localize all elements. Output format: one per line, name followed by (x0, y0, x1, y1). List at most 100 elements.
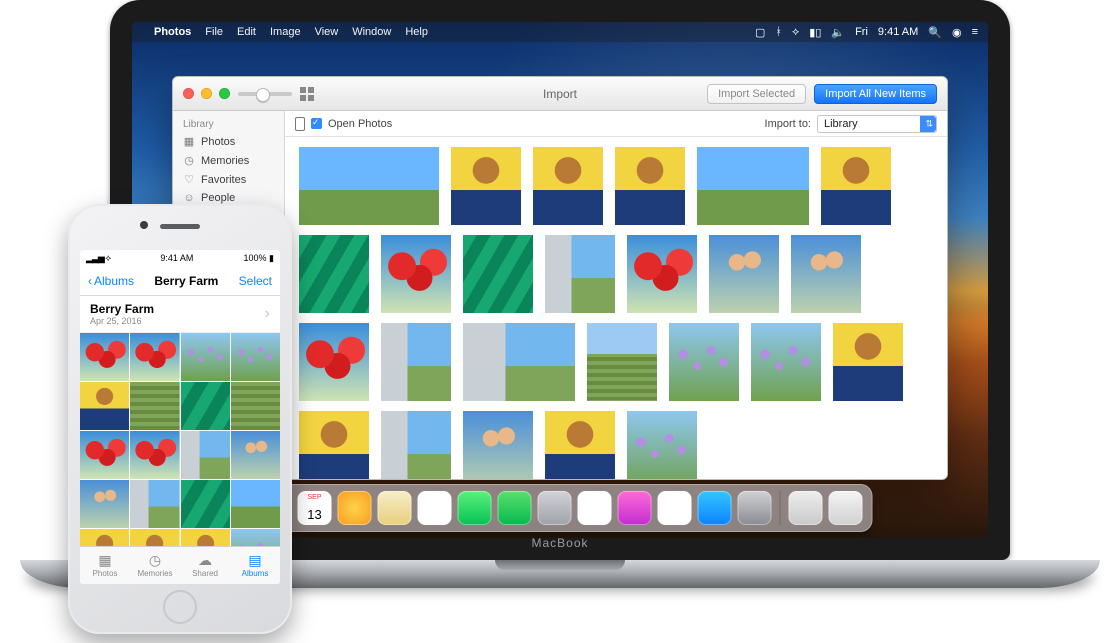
photo-thumbnail[interactable] (231, 480, 280, 528)
thumbnail[interactable] (533, 147, 603, 225)
bluetooth-icon[interactable]: ᚼ (775, 26, 782, 38)
siri-icon[interactable]: ◉ (952, 26, 962, 39)
fullscreen-button[interactable] (219, 88, 230, 99)
ios-photo-grid[interactable] (80, 333, 280, 546)
photo-thumbnail[interactable] (130, 480, 179, 528)
dock-downloads[interactable] (789, 491, 823, 525)
thumbnail[interactable] (669, 323, 739, 401)
thumbnail[interactable] (615, 147, 685, 225)
dock-notes[interactable] (418, 491, 452, 525)
photo-thumbnail[interactable] (231, 333, 280, 381)
photo-thumbnail[interactable] (80, 382, 129, 430)
thumbnail[interactable] (821, 147, 891, 225)
menubar-item-edit[interactable]: Edit (237, 26, 256, 38)
thumbnail[interactable] (381, 323, 451, 401)
dock-messages[interactable] (458, 491, 492, 525)
window-titlebar[interactable]: Import Import Selected Import All New It… (173, 77, 947, 111)
select-button[interactable]: Select (239, 274, 272, 288)
photo-thumbnail[interactable] (181, 480, 230, 528)
thumbnail[interactable] (299, 323, 369, 401)
dock-settings[interactable] (738, 491, 772, 525)
tab-albums[interactable]: ▤Albums (230, 547, 280, 584)
home-button[interactable] (163, 590, 197, 624)
dock-facetime[interactable] (498, 491, 532, 525)
photo-thumbnail[interactable] (80, 431, 129, 479)
notification-center-icon[interactable]: ≡ (972, 26, 978, 38)
back-button[interactable]: ‹ Albums (88, 274, 134, 288)
thumbnail[interactable] (709, 235, 779, 313)
minimize-button[interactable] (201, 88, 212, 99)
photo-thumbnail[interactable] (80, 480, 129, 528)
thumbnail[interactable] (587, 323, 657, 401)
thumbnail[interactable] (627, 235, 697, 313)
thumbnail[interactable] (381, 235, 451, 313)
menubar-time[interactable]: 9:41 AM (878, 26, 918, 38)
import-selected-button[interactable]: Import Selected (707, 84, 806, 104)
tab-memories[interactable]: ◷Memories (130, 547, 180, 584)
thumbnail-size-slider[interactable] (238, 92, 292, 96)
photo-thumbnail[interactable] (80, 333, 129, 381)
airplay-icon[interactable]: ▢ (755, 26, 765, 39)
open-photos-checkbox[interactable] (311, 118, 322, 129)
thumbnail[interactable] (463, 411, 533, 479)
photo-thumbnail[interactable] (130, 529, 179, 546)
menubar-day[interactable]: Fri (855, 26, 868, 38)
menubar-item-window[interactable]: Window (352, 26, 391, 38)
device-icon[interactable] (295, 117, 305, 131)
photo-thumbnail[interactable] (80, 529, 129, 546)
sidebar-item-favorites[interactable]: ♡Favorites (173, 170, 284, 189)
photo-thumbnail[interactable] (231, 382, 280, 430)
dock-ibooks[interactable] (658, 491, 692, 525)
close-button[interactable] (183, 88, 194, 99)
tab-shared[interactable]: ☁Shared (180, 547, 230, 584)
photo-thumbnail[interactable] (130, 333, 179, 381)
thumbnail[interactable] (451, 147, 521, 225)
thumbnail[interactable] (791, 235, 861, 313)
thumbnail[interactable] (697, 147, 809, 225)
sidebar-item-memories[interactable]: ◷Memories (173, 151, 284, 170)
thumbnail[interactable] (299, 147, 439, 225)
menubar-item-help[interactable]: Help (405, 26, 428, 38)
dock-calendar[interactable]: SEP13 (298, 491, 332, 525)
tab-photos[interactable]: ▦Photos (80, 547, 130, 584)
battery-icon[interactable]: ▮▯ (809, 26, 821, 39)
album-header[interactable]: Berry Farm Apr 25, 2016 › (80, 296, 280, 333)
menubar-item-view[interactable]: View (315, 26, 339, 38)
dock-maps[interactable] (378, 491, 412, 525)
thumbnail[interactable] (627, 411, 697, 479)
menubar-app-name[interactable]: Photos (154, 26, 191, 38)
grid-view-icon[interactable] (300, 87, 314, 101)
thumbnail[interactable] (463, 235, 533, 313)
dock-pages[interactable] (578, 491, 612, 525)
dock-trash[interactable] (829, 491, 863, 525)
wifi-icon[interactable]: ⟡ (792, 26, 799, 39)
sidebar-item-photos[interactable]: ▦Photos (173, 132, 284, 151)
thumbnail[interactable] (545, 235, 615, 313)
spotlight-icon[interactable]: 🔍 (928, 26, 942, 39)
photo-thumbnail[interactable] (181, 431, 230, 479)
import-thumbnail-area[interactable] (285, 137, 947, 479)
photo-thumbnail[interactable] (181, 382, 230, 430)
thumbnail[interactable] (463, 323, 575, 401)
import-to-select[interactable]: Library ⇅ (817, 115, 937, 133)
thumbnail[interactable] (381, 411, 451, 479)
menubar-item-image[interactable]: Image (270, 26, 301, 38)
photo-thumbnail[interactable] (181, 529, 230, 546)
photo-thumbnail[interactable] (130, 431, 179, 479)
dock-photos[interactable] (338, 491, 372, 525)
thumbnail[interactable] (751, 323, 821, 401)
thumbnail[interactable] (299, 235, 369, 313)
menubar-item-file[interactable]: File (205, 26, 223, 38)
photo-thumbnail[interactable] (181, 333, 230, 381)
photo-thumbnail[interactable] (231, 431, 280, 479)
photo-thumbnail[interactable] (130, 382, 179, 430)
thumbnail[interactable] (545, 411, 615, 479)
dock-itunes[interactable] (618, 491, 652, 525)
import-all-button[interactable]: Import All New Items (814, 84, 937, 104)
volume-icon[interactable]: 🔈 (831, 26, 845, 39)
dock-appstore[interactable] (698, 491, 732, 525)
thumbnail[interactable] (833, 323, 903, 401)
photo-thumbnail[interactable] (231, 529, 280, 546)
dock-safari[interactable] (538, 491, 572, 525)
thumbnail[interactable] (299, 411, 369, 479)
